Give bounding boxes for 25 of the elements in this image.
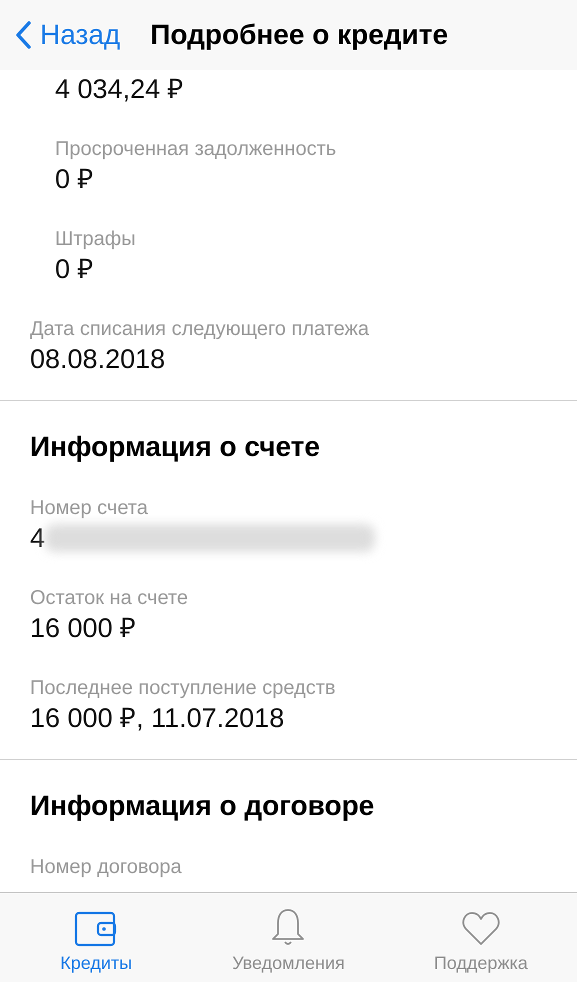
screen-title: Подробнее о кредите: [150, 19, 448, 51]
field-value: 4: [30, 522, 46, 555]
field-value: 0 ₽: [55, 163, 95, 196]
field-value: 0 ₽: [55, 253, 95, 286]
section-heading: Информация о договоре: [29, 790, 376, 822]
tab[interactable]: Уведомления: [192, 893, 385, 982]
field-value: 08.08.2018: [30, 343, 166, 376]
heart-icon: [460, 911, 501, 947]
field-label: Остаток на счете: [30, 586, 189, 611]
back-button[interactable]: Назад: [14, 19, 120, 51]
chevron-left-icon: [14, 20, 32, 50]
field-label: Просроченная задолженность: [55, 137, 338, 162]
field-label: Номер счета: [30, 496, 149, 521]
tab[interactable]: Поддержка: [384, 893, 577, 982]
field-label: Штрафы: [55, 227, 137, 252]
section-heading: Информация о счете: [29, 431, 321, 463]
field-label: Номер договора: [30, 855, 183, 880]
tab[interactable]: Кредиты: [0, 893, 192, 982]
field-value: 16 000 ₽: [30, 612, 138, 645]
field-value: 4 034,24 ₽: [55, 73, 185, 106]
field-value: 16 000 ₽, 11.07.2018: [30, 702, 286, 735]
field-label: Дата списания следующего платежа: [30, 317, 370, 342]
wallet-icon: [74, 911, 118, 947]
bell-icon: [270, 907, 306, 947]
field-label: Последнее поступление средств: [30, 676, 336, 701]
